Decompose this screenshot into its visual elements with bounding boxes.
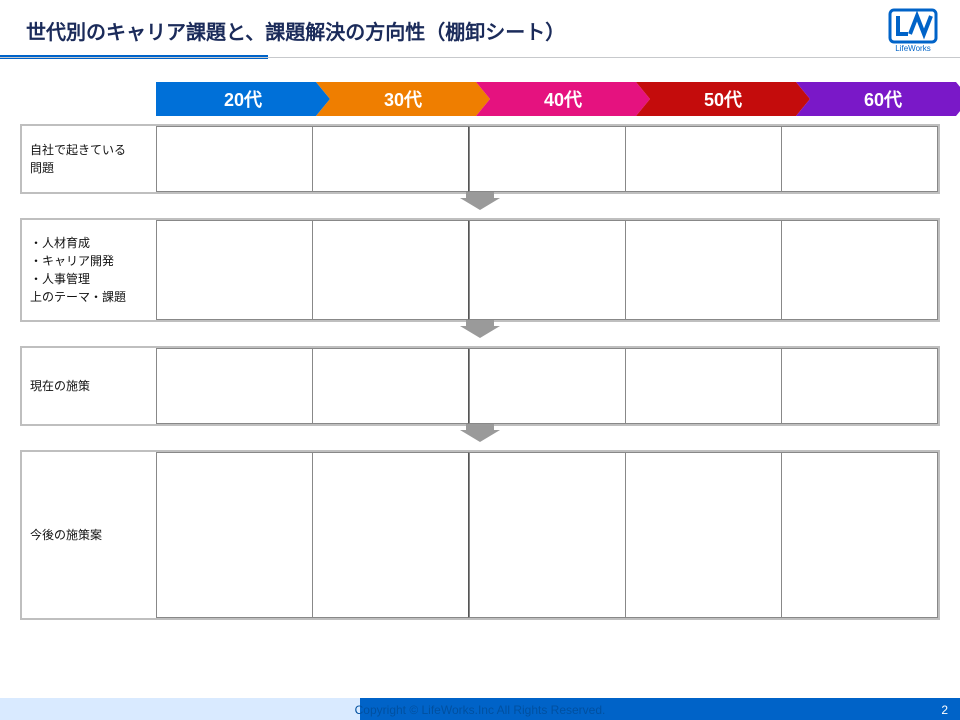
row-cells (156, 126, 938, 192)
generation-label: 20代 (224, 86, 262, 112)
worksheet-row: 現在の施策 (20, 346, 940, 426)
worksheet-cell (156, 220, 313, 320)
worksheet-cell (469, 220, 626, 320)
worksheet-cell (625, 220, 782, 320)
generation-header-row: 20代 30代 40代 50代 60代 (156, 82, 956, 116)
worksheet-cell (625, 452, 782, 618)
worksheet-cell (156, 126, 313, 192)
generation-label: 30代 (384, 86, 422, 112)
generation-chevron: 60代 (796, 82, 960, 116)
arrow-down-icon (460, 320, 500, 338)
generation-chevron: 40代 (476, 82, 650, 116)
generation-chevron: 20代 (156, 82, 330, 116)
row-label: 自社で起きている問題 (22, 126, 156, 192)
worksheet-row: ・人材育成・キャリア開発・人事管理上のテーマ・課題 (20, 218, 940, 322)
generation-label: 60代 (864, 86, 902, 112)
row-label: 現在の施策 (22, 348, 156, 424)
row-cells (156, 348, 938, 424)
worksheet-cell (156, 348, 313, 424)
worksheet-cell (469, 126, 626, 192)
worksheet-cell (781, 452, 938, 618)
arrow-down-icon (460, 192, 500, 210)
worksheet-row: 自社で起きている問題 (20, 124, 940, 194)
row-label: 今後の施策案 (22, 452, 156, 618)
arrow-down-icon (460, 424, 500, 442)
worksheet-cell (781, 348, 938, 424)
worksheet-cell (469, 452, 626, 618)
row-cells (156, 452, 938, 618)
worksheet-cell (312, 126, 470, 192)
generation-chevron: 50代 (636, 82, 810, 116)
worksheet-cell (625, 126, 782, 192)
row-label: ・人材育成・キャリア開発・人事管理上のテーマ・課題 (22, 220, 156, 320)
worksheet-cell (781, 126, 938, 192)
generation-label: 40代 (544, 86, 582, 112)
brand-logo: LifeWorks (884, 8, 942, 52)
generation-label: 50代 (704, 86, 742, 112)
row-cells (156, 220, 938, 320)
worksheet-row: 今後の施策案 (20, 450, 940, 620)
footer-copyright: Copyright © LifeWorks.Inc All Rights Res… (0, 703, 960, 717)
worksheet-cell (625, 348, 782, 424)
worksheet-cell (312, 348, 470, 424)
worksheet: 20代 30代 40代 50代 60代 自社で起きている問題・人材育成・キャリア… (20, 82, 940, 620)
worksheet-cell (312, 220, 470, 320)
svg-text:LifeWorks: LifeWorks (895, 44, 930, 52)
page-number: 2 (941, 703, 948, 717)
generation-chevron: 30代 (316, 82, 490, 116)
worksheet-cell (781, 220, 938, 320)
worksheet-cell (469, 348, 626, 424)
header: 世代別のキャリア課題と、課題解決の方向性（棚卸シート） LifeWorks (0, 0, 960, 58)
header-divider (0, 57, 960, 58)
worksheet-cell (156, 452, 313, 618)
page-title: 世代別のキャリア課題と、課題解決の方向性（棚卸シート） (26, 16, 960, 45)
worksheet-cell (312, 452, 470, 618)
